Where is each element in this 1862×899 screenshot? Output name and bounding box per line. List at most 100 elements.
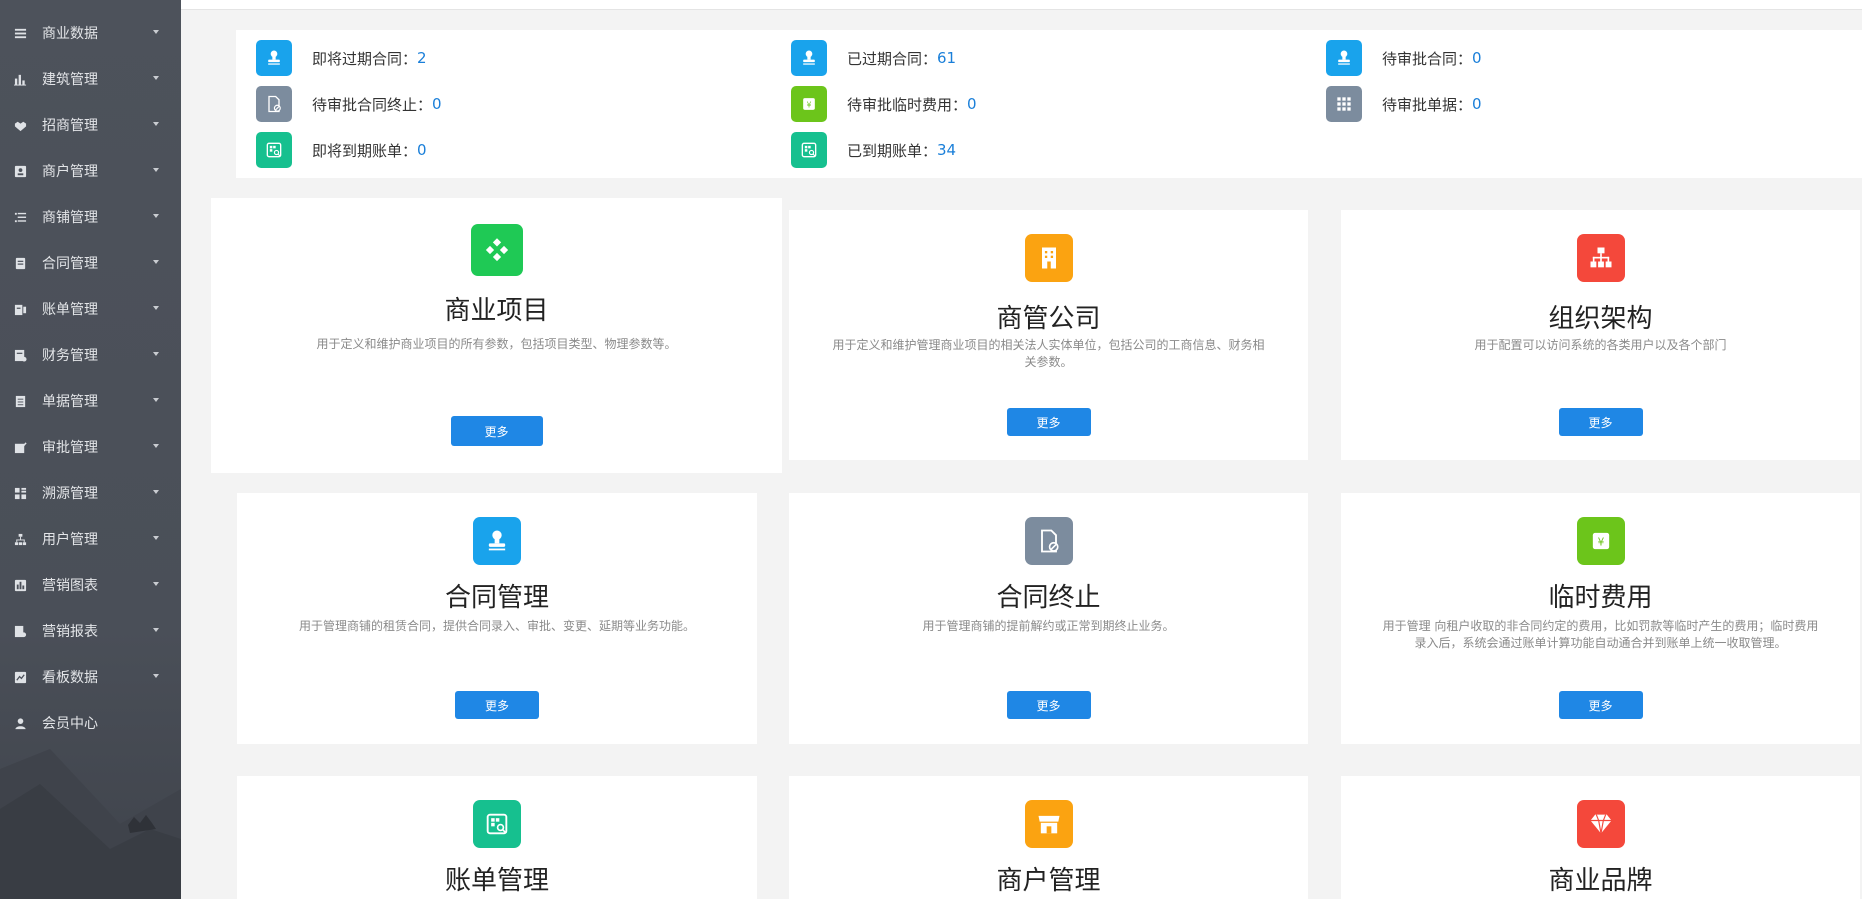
module-card: 合同终止 用于管理商铺的提前解约或正常到期终止业务。 更多 — [789, 493, 1308, 744]
chevron-down-icon — [153, 674, 159, 678]
chevron-down-icon — [153, 398, 159, 402]
sidebar-item-label: 审批管理 — [42, 440, 98, 456]
stat-label: 待审批合同： — [1382, 49, 1473, 68]
card-title: 账单管理 — [444, 866, 549, 896]
sidebar-item[interactable]: 建筑管理 — [0, 56, 181, 102]
chevron-down-icon — [153, 76, 159, 80]
stat-value: 0 — [1472, 49, 1482, 67]
summary-panel: 即将过期合同： 2 已过期合同： 61 待审批合同： 0 待审批合同终止： 0 ¥ 待审批临时费用… — [236, 30, 1862, 178]
chevron-down-icon — [153, 582, 159, 586]
bar-chart-icon — [13, 72, 27, 86]
sidebar-item[interactable]: 招商管理 — [0, 102, 181, 148]
summary-stat[interactable]: 待审批合同终止： 0 — [256, 86, 442, 122]
summary-stat[interactable]: ¥ 待审批临时费用： 0 — [791, 86, 977, 122]
sidebar-item[interactable]: 溯源管理 — [0, 470, 181, 516]
chevron-down-icon — [153, 444, 159, 448]
card-description: 用于管理 向租户收取的非合同约定的费用，比如罚款等临时产生的费用；临时费用录入后… — [1382, 619, 1819, 650]
sidebar-item[interactable]: 审批管理 — [0, 424, 181, 470]
sidebar-item-label: 合同管理 — [42, 256, 98, 272]
module-card: 商业品牌 — [1341, 776, 1860, 899]
sidebar-item[interactable]: 单据管理 — [0, 378, 181, 424]
line-chart-icon — [13, 670, 27, 684]
stat-label: 即将到期账单： — [312, 141, 418, 160]
svg-text:¥: ¥ — [1597, 537, 1604, 549]
sidebar-item-label: 会员中心 — [42, 716, 98, 732]
bill-search-icon — [473, 800, 521, 848]
more-button[interactable]: 更多 — [455, 691, 539, 719]
sidebar-item[interactable]: 商业数据 — [0, 10, 181, 56]
grid-icon — [13, 486, 27, 500]
summary-stat[interactable]: 已过期合同： 61 — [791, 40, 956, 76]
chevron-down-icon — [153, 536, 159, 540]
more-button[interactable]: 更多 — [1006, 408, 1091, 436]
indent-list-icon — [13, 210, 27, 224]
module-card: 合同管理用于管理商铺的租赁合同，提供合同录入、审批、变更、延期等业务功能。更多 — [237, 493, 757, 744]
sidebar-item[interactable]: 财务管理 — [0, 332, 181, 378]
report-icon — [13, 624, 27, 638]
top-bar — [181, 0, 1862, 10]
module-card: 账单管理 — [237, 776, 757, 899]
sidebar-item[interactable]: 看板数据 — [0, 654, 181, 700]
mountain-background-graphic — [0, 749, 181, 899]
sidebar-item-label: 商铺管理 — [42, 210, 98, 226]
sidebar-item[interactable]: 营销报表 — [0, 608, 181, 654]
summary-stat[interactable]: 已到期账单： 34 — [791, 132, 956, 168]
sidebar-item-label: 营销报表 — [42, 624, 98, 640]
more-button[interactable]: 更多 — [1558, 691, 1643, 719]
stamp-icon — [473, 517, 521, 565]
more-button[interactable]: 更多 — [1558, 408, 1643, 436]
card-title: 商业品牌 — [1548, 866, 1653, 896]
chevron-down-icon — [153, 490, 159, 494]
org-tree-icon — [13, 532, 27, 546]
sidebar-item-label: 财务管理 — [42, 348, 98, 364]
card-title: 合同管理 — [444, 583, 549, 613]
card-title: 商管公司 — [996, 304, 1101, 334]
summary-stat[interactable]: 即将到期账单： 0 — [256, 132, 427, 168]
sidebar-item-label: 用户管理 — [42, 532, 98, 548]
sidebar-item-label: 建筑管理 — [42, 72, 98, 88]
chevron-down-icon — [153, 168, 159, 172]
summary-stat[interactable]: 即将过期合同： 2 — [256, 40, 427, 76]
sidebar-item-label: 商户管理 — [42, 164, 98, 180]
stat-label: 待审批临时费用： — [847, 95, 968, 114]
chevron-down-icon — [153, 260, 159, 264]
module-card: 商业项目 用于定义和维护商业项目的所有参数，包括项目类型、物理参数等。 更多 — [211, 198, 782, 473]
summary-stat[interactable]: 待审批单据： 0 — [1326, 86, 1482, 122]
module-card: 商管公司 用于定义和维护管理商业项目的相关法人实体单位，包括公司的工商信息、财务相… — [789, 210, 1308, 460]
sidebar-item[interactable]: 账单管理 — [0, 286, 181, 332]
contact-card-icon — [13, 164, 27, 178]
more-button[interactable]: 更多 — [1006, 691, 1091, 719]
sidebar-item[interactable]: 会员中心 — [0, 700, 181, 746]
shop-icon — [1024, 800, 1073, 848]
module-card: ¥ 临时费用 用于管理 向租户收取的非合同约定的费用，比如罚款等临时产生的费用；临时… — [1341, 493, 1860, 744]
diamond-grid-icon — [470, 224, 523, 276]
grid-dots-icon — [1326, 86, 1362, 122]
sidebar-item[interactable]: 合同管理 — [0, 240, 181, 286]
card-description: 用于管理商铺的提前解约或正常到期终止业务。 — [922, 619, 1175, 633]
more-button[interactable]: 更多 — [450, 416, 543, 446]
chevron-down-icon — [153, 628, 159, 632]
yen-icon: ¥ — [1576, 517, 1625, 565]
sidebar-item[interactable]: 用户管理 — [0, 516, 181, 562]
stat-value: 61 — [937, 49, 957, 67]
building-icon — [1024, 234, 1073, 282]
file-ban-icon — [256, 86, 292, 122]
card-title: 商业项目 — [444, 296, 549, 326]
bill-icon — [13, 302, 27, 316]
sidebar-item[interactable]: 商户管理 — [0, 148, 181, 194]
chevron-down-icon — [153, 352, 159, 356]
sidebar-item[interactable]: 商铺管理 — [0, 194, 181, 240]
sidebar-item-label: 看板数据 — [42, 670, 98, 686]
chevron-down-icon — [153, 214, 159, 218]
summary-stat[interactable]: 待审批合同： 0 — [1326, 40, 1482, 76]
sidebar-item-label: 单据管理 — [42, 394, 98, 410]
sidebar-item-label: 商业数据 — [42, 26, 98, 42]
stat-label: 待审批单据： — [1382, 95, 1473, 114]
module-card: 商户管理 — [789, 776, 1308, 899]
document-icon — [13, 256, 27, 270]
card-description: 用于管理商铺的租赁合同，提供合同录入、审批、变更、延期等业务功能。 — [298, 619, 695, 633]
sidebar-item[interactable]: 营销图表 — [0, 562, 181, 608]
svg-text:¥: ¥ — [807, 100, 812, 109]
file-ban-icon — [1024, 517, 1073, 565]
chevron-down-icon — [153, 30, 159, 34]
